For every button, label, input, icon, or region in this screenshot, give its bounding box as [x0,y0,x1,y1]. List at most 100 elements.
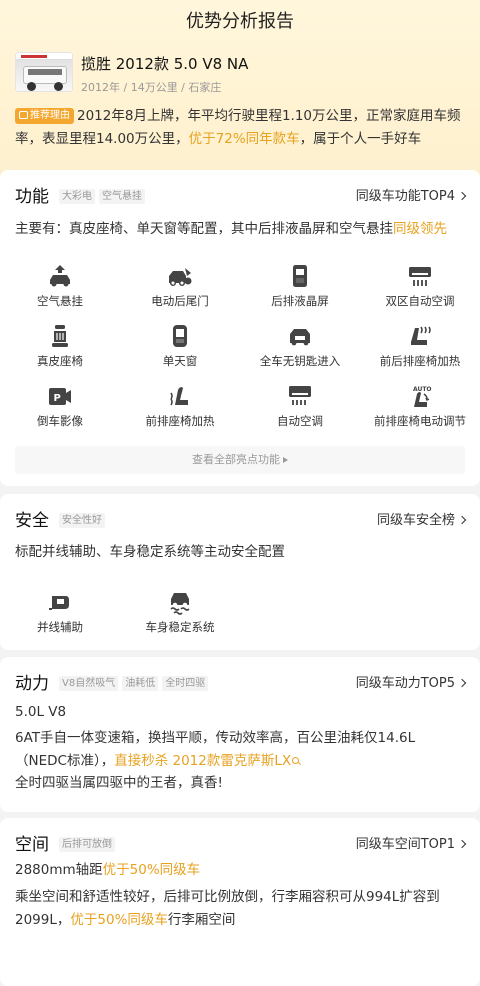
feature-item[interactable]: 前排座椅加热 [120,376,240,436]
space-rank-label: 同级车空间TOP1 [355,837,455,852]
function-rank-link[interactable]: 同级车功能TOP4 [355,187,467,207]
space-title: 空间 [15,835,49,855]
power-title: 动力 [15,674,49,694]
feature-label: 双区自动空调 [385,294,455,308]
wheelbase-text: 2880mm轴距 [15,862,103,878]
power-rank-label: 同级车动力TOP5 [355,676,455,691]
recommend-tag: 推荐理由 [15,108,74,124]
reason-text-b: ，属于个人一手好车 [299,131,422,147]
tag: 油耗低 [122,676,159,691]
svg-text:AUTO: AUTO [413,386,432,393]
feature-item[interactable]: 自动空调 [240,376,360,436]
safety-summary: 标配并线辅助、车身稳定系统等主动安全配置 [15,544,285,560]
tag: 大彩电 [59,189,95,204]
safety-title: 安全 [15,511,49,531]
feature-label: 空气悬挂 [37,294,83,308]
page-title: 优势分析报告 [186,11,294,32]
feature-label: 车身稳定系统 [145,620,215,634]
feature-label: 全车无钥匙进入 [259,354,341,368]
power-rank-link[interactable]: 同级车动力TOP5 [355,674,467,694]
auto-ac-icon [289,386,311,405]
function-title: 功能 [15,187,49,207]
chevron-right-icon [457,191,467,201]
sunroof-icon [173,325,187,347]
feature-item[interactable]: 前后排座椅加热 [360,316,480,376]
function-summary-text: 主要有：真皮座椅、单天窗等配置，其中后排液晶屏和空气悬挂 [15,221,393,237]
car-name: 揽胜 2012款 5.0 V8 NA [81,55,249,73]
feature-item[interactable]: 双区自动空调 [360,256,480,316]
power-description: 6AT手自一体变速箱，换挡平顺，传动效率高，百公里油耗仅14.6L（NEDC标准… [15,727,465,773]
function-rank-label: 同级车功能TOP4 [355,189,455,204]
function-tags: 大彩电 空气悬挂 [59,189,149,204]
tag: V8自然吸气 [59,676,119,691]
engine-spec: 5.0L V8 [15,704,67,720]
leather-seat-icon [52,325,68,347]
space-tags: 后排可放倒 [59,837,119,852]
tag: 后排可放倒 [59,837,115,852]
space-rank-link[interactable]: 同级车空间TOP1 [355,835,467,855]
car-info: 揽胜 2012款 5.0 V8 NA 2012年 / 14万公里 / 石家庄 [81,52,248,95]
lane-assist-icon [49,596,69,610]
chevron-right-icon [457,678,467,688]
thumbs-up-icon [19,111,28,119]
feature-item[interactable]: 空气悬挂 [0,256,120,316]
feature-label: 前排座椅电动调节 [374,414,466,428]
feature-item[interactable]: 后排液晶屏 [240,256,360,316]
feature-label: 单天窗 [162,354,198,368]
wheelbase-line: 2880mm轴距优于50%同级车 [15,859,465,882]
view-all-label: 查看全部亮点功能 [192,453,280,466]
keyless-entry-icon [290,329,310,346]
svg-text:P: P [54,393,61,404]
function-summary: 主要有：真皮座椅、单天窗等配置，其中后排液晶屏和空气悬挂同级领先 [15,218,465,241]
seat-heating-icon [411,326,431,345]
power-seat-icon: AUTO [413,386,432,407]
feature-item[interactable]: 并线辅助 [0,582,120,642]
power-tailgate-icon [169,268,192,287]
feature-item[interactable]: AUTO 前排座椅电动调节 [360,376,480,436]
power-card: 动力 V8自然吸气 油耗低 全时四驱 同级车动力TOP5 5.0L V8 6AT… [0,657,480,812]
function-card: 功能 大彩电 空气悬挂 同级车功能TOP4 主要有：真皮座椅、单天窗等配置，其中… [0,170,480,486]
safety-tags: 安全性好 [59,513,109,528]
power-tail: 全时四驱当属四驱中的王者，真香! [15,775,223,791]
feature-label: 自动空调 [277,414,323,428]
car-thumbnail[interactable] [15,52,73,92]
power-compare-link[interactable]: 直接秒杀 2012款雷克萨斯LX [114,753,291,769]
feature-label: 电动后尾门 [151,294,209,308]
recommend-tag-label: 推荐理由 [30,110,70,121]
report-header: 优势分析报告 揽胜 2012款 5.0 V8 NA 2012年 / 14万公里 … [0,0,480,178]
safety-card: 安全 安全性好 同级车安全榜 标配并线辅助、车身稳定系统等主动安全配置 并线辅助… [0,494,480,650]
recommend-reason: 推荐理由 2012年8月上牌，年平均行驶里程1.10万公里，正常家庭用车频率，表显… [15,105,465,151]
safety-feature-grid: 并线辅助 车身稳定系统 [0,582,480,642]
feature-item[interactable]: 电动后尾门 [120,256,240,316]
feature-label: 前后排座椅加热 [379,354,461,368]
tag: 空气悬挂 [99,189,145,204]
chevron-right-icon [457,515,467,525]
triangle-right-icon [283,457,288,463]
feature-item[interactable]: P 倒车影像 [0,376,120,436]
rear-screen-icon [293,265,307,287]
feature-label: 倒车影像 [37,414,83,428]
feature-item[interactable]: 全车无钥匙进入 [240,316,360,376]
tag: 安全性好 [59,513,105,528]
space-desc-highlight: 优于50%同级车 [70,912,168,928]
feature-item[interactable]: 单天窗 [120,316,240,376]
car-summary[interactable]: 揽胜 2012款 5.0 V8 NA 2012年 / 14万公里 / 石家庄 [15,52,480,95]
tag: 全时四驱 [162,676,209,691]
feature-item[interactable]: 车身稳定系统 [120,582,240,642]
car-meta: 2012年 / 14万公里 / 石家庄 [81,81,222,94]
view-all-features-button[interactable]: 查看全部亮点功能 [15,446,465,474]
feature-label: 后排液晶屏 [271,294,329,308]
power-tags: V8自然吸气 油耗低 全时四驱 [59,676,212,691]
safety-rank-label: 同级车安全榜 [376,513,455,528]
chevron-right-icon [457,839,467,849]
safety-rank-link[interactable]: 同级车安全榜 [376,511,467,531]
feature-label: 并线辅助 [37,620,83,634]
search-icon[interactable] [292,757,300,764]
air-suspension-icon [50,265,70,287]
wheelbase-highlight: 优于50%同级车 [102,862,201,878]
space-description: 乘坐空间和舒适性较好，后排可比例放倒，行李厢容积可从994L扩容到2099L，优… [15,886,465,932]
feature-item[interactable]: 真皮座椅 [0,316,120,376]
function-summary-highlight: 同级领先 [393,221,447,237]
dual-zone-ac-icon [409,267,431,286]
stability-control-icon [170,593,190,615]
